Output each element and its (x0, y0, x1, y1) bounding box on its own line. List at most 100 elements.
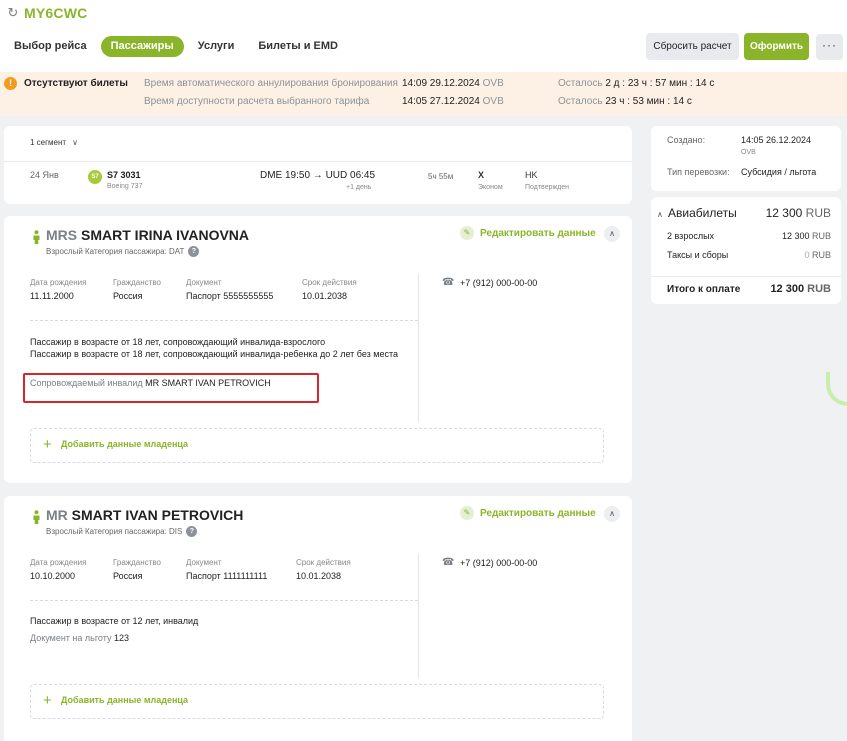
final-total-label: Итого к оплате (667, 284, 741, 295)
next-day-note: +1 день (346, 184, 372, 191)
created-label: Создано: (667, 135, 706, 145)
passenger-note: Пассажир в возрасте от 12 лет, инвалид (30, 616, 199, 626)
pencil-icon: ✎ (460, 226, 474, 240)
passenger-note: Пассажир в возрасте от 18 лет, сопровожд… (30, 337, 326, 347)
passenger-phone: ☎ +7 (912) 000-00-00 (442, 277, 538, 289)
birth-date-value: 11.11.2000 (30, 291, 74, 301)
created-city: OVB (741, 149, 756, 156)
divider (4, 161, 632, 162)
expiry-value: 10.01.2038 (296, 571, 342, 581)
highlight-box (23, 373, 319, 403)
citizenship-value: Россия (113, 291, 143, 301)
fare-availability-label: Время доступности расчета выбранного тар… (144, 96, 370, 107)
tab-tickets-emd[interactable]: Билеты и EMD (248, 36, 348, 57)
taxes-amount: 0 RUB (804, 250, 831, 260)
phone-icon: ☎ (442, 557, 455, 568)
birth-date-label: Дата рождения (30, 558, 87, 567)
passenger-name: MR SMART IVAN PETROVICH (46, 507, 244, 523)
issue-button[interactable]: Оформить (744, 33, 809, 60)
document-label: Документ (186, 278, 222, 287)
benefit-document: Документ на льготу 123 (30, 633, 130, 643)
person-icon (33, 230, 40, 244)
citizenship-label: Гражданство (113, 558, 161, 567)
passenger-card: MRS SMART IRINA IVANOVNA Взрослый Катего… (4, 216, 632, 483)
final-total-amount: 12 300 RUB (770, 283, 831, 295)
divider (418, 274, 419, 422)
edit-passenger-button[interactable]: ✎ Редактировать данные (460, 226, 596, 240)
airline-logo: S7 (88, 170, 102, 184)
expiry-label: Срок действия (296, 558, 351, 567)
document-value: Паспорт 1111111111 (186, 571, 268, 581)
price-total: 12 300 RUB (765, 206, 831, 220)
segment-status-name: Подтвержден (525, 184, 570, 191)
chevron-down-icon: ∨ (72, 138, 78, 147)
created-value: 14:05 26.12.2024 (741, 135, 812, 145)
price-title: Авиабилеты (668, 206, 737, 220)
add-infant-button[interactable]: + Добавить данные младенца (30, 684, 604, 719)
birth-date-value: 10.10.2000 (30, 571, 76, 581)
pencil-icon: ✎ (460, 506, 474, 520)
tab-flight-selection[interactable]: Выбор рейса (4, 36, 97, 57)
help-icon[interactable]: ? (188, 246, 200, 257)
adults-amount: 12 300 RUB (781, 231, 831, 241)
segment-date: 24 Янв (30, 170, 59, 180)
aircraft-type: Boeing 737 (107, 183, 143, 190)
passenger-phone: ☎ +7 (912) 000-00-00 (442, 557, 538, 569)
citizenship-label: Гражданство (113, 278, 161, 287)
segment-status: HK (525, 170, 538, 180)
expiry-value: 10.01.2038 (302, 291, 348, 301)
passenger-card: MR SMART IVAN PETROVICH Взрослый Категор… (4, 496, 632, 741)
add-infant-button[interactable]: + Добавить данные младенца (30, 428, 604, 463)
citizenship-value: Россия (113, 571, 143, 581)
decorative-arc (826, 372, 847, 406)
segment-toggle[interactable]: 1 сегмент ∨ (30, 138, 78, 147)
warning-icon: ! (4, 77, 17, 90)
pnr-code: MY6CWC (24, 5, 88, 21)
booking-class: X (478, 170, 485, 180)
edit-passenger-button[interactable]: ✎ Редактировать данные (460, 506, 596, 520)
flight-route: DME 19:50 → UUD 06:45 (260, 170, 376, 181)
plus-icon: + (43, 436, 52, 453)
passenger-category: Взрослый Категория пассажира: DIS? (46, 526, 198, 537)
top-bar: ↻ MY6CWC Выбор рейса Пассажиры Услуги Би… (0, 0, 847, 72)
adults-label: 2 взрослых (667, 231, 715, 241)
reset-calculation-button[interactable]: Сбросить расчет (646, 33, 739, 60)
collapse-button[interactable]: ∧ (604, 506, 620, 522)
refresh-icon[interactable]: ↻ (6, 6, 20, 20)
booking-class-name: Эконом (478, 184, 503, 191)
expiry-label: Срок действия (302, 278, 357, 287)
divider (30, 600, 418, 601)
taxes-label: Таксы и сборы (667, 250, 729, 260)
divider (418, 554, 419, 678)
transport-type-value: Субсидия / льгота (741, 167, 817, 177)
price-summary-card: ∧ Авиабилеты 12 300 RUB 2 взрослых 12 30… (651, 197, 841, 304)
tab-bar: Выбор рейса Пассажиры Услуги Билеты и EM… (4, 36, 352, 57)
divider (30, 320, 418, 321)
help-icon[interactable]: ? (186, 526, 198, 537)
birth-date-label: Дата рождения (30, 278, 87, 287)
tab-services[interactable]: Услуги (188, 36, 245, 57)
segment-card: 1 сегмент ∨ 24 Янв S7 S7 3031 Boeing 737 … (4, 126, 632, 204)
auto-cancel-time: 14:09 29.12.2024 OVB (402, 78, 504, 89)
transport-type-label: Тип перевозки: (667, 167, 730, 177)
tab-passengers[interactable]: Пассажиры (100, 36, 184, 57)
fare-availability-time: 14:05 27.12.2024 OVB (402, 96, 504, 107)
person-icon (33, 510, 40, 524)
auto-cancel-remaining: Осталось 2 д : 23 ч : 57 мин : 14 с (558, 78, 715, 89)
divider (651, 276, 841, 277)
document-value: Паспорт 5555555555 (186, 291, 274, 301)
booking-info-card: Создано: 14:05 26.12.2024 OVB Тип перево… (651, 126, 841, 191)
fare-availability-remaining: Осталось 23 ч : 53 мин : 14 с (558, 96, 692, 107)
passenger-note: Пассажир в возрасте от 18 лет, сопровожд… (30, 349, 398, 359)
plus-icon: + (43, 692, 52, 709)
passenger-category: Взрослый Категория пассажира: DAT? (46, 246, 200, 257)
chevron-up-icon[interactable]: ∧ (657, 210, 663, 219)
document-label: Документ (186, 558, 222, 567)
more-options-button[interactable]: ··· (816, 34, 843, 60)
collapse-button[interactable]: ∧ (604, 226, 620, 242)
flight-duration: 5ч 55м (428, 172, 454, 181)
flight-number: S7 3031 (107, 170, 141, 180)
passenger-name: MRS SMART IRINA IVANOVNA (46, 227, 250, 243)
phone-icon: ☎ (442, 277, 455, 288)
warning-banner: ! Отсутствуют билеты Время автоматическо… (0, 72, 847, 116)
